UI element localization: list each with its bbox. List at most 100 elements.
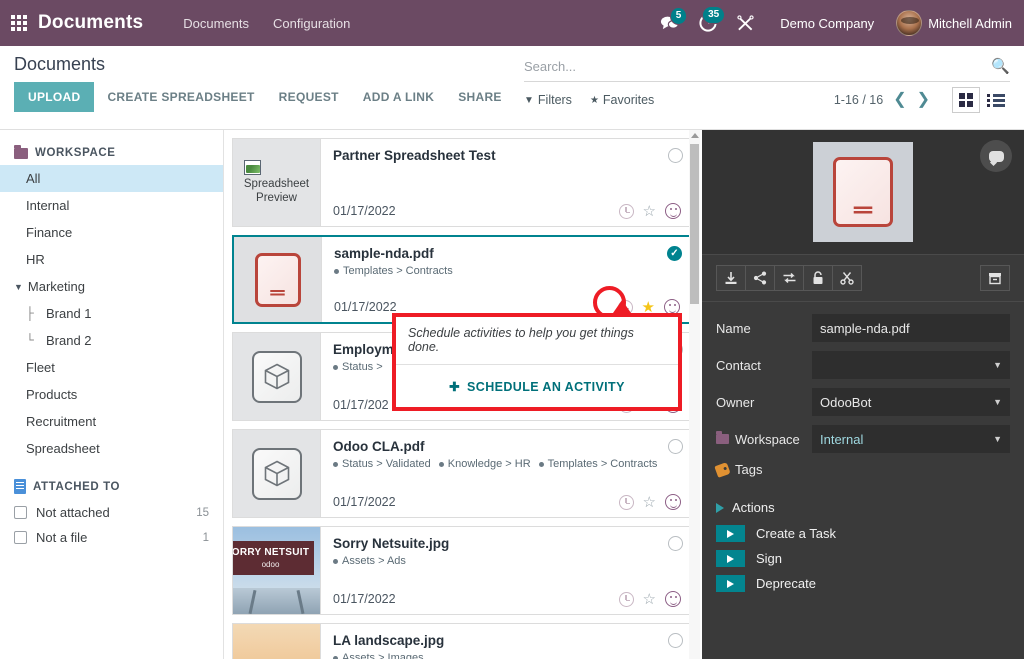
company-switcher[interactable]: Demo Company — [766, 10, 888, 37]
activities-button[interactable]: 35 — [691, 6, 726, 36]
list-view-button[interactable] — [982, 87, 1010, 113]
field-value-workspace[interactable]: Internal ▼ — [812, 425, 1010, 453]
scrollbar-thumb[interactable] — [690, 144, 699, 304]
next-page-button[interactable]: ❯ — [917, 92, 930, 108]
action-sign[interactable]: Sign — [716, 550, 1010, 567]
field-value-contact[interactable]: ▼ — [812, 351, 1010, 379]
favorites-dropdown[interactable]: ★ Favorites — [590, 93, 654, 107]
card-select-circle[interactable] — [668, 439, 683, 454]
card-select-circle[interactable] — [668, 148, 683, 163]
actions-header: Actions — [716, 500, 1010, 515]
sidebar-item-brand-1[interactable]: ├ Brand 1 — [0, 300, 223, 327]
sidebar-item-products[interactable]: Products — [0, 381, 223, 408]
sidebar-item-fleet[interactable]: Fleet — [0, 354, 223, 381]
document-card[interactable]: ORRY NETSUIT odoo Sorry Netsuite.jpg Ass… — [232, 526, 692, 615]
action-deprecate[interactable]: Deprecate — [716, 575, 1010, 592]
card-select-circle[interactable]: ✓ — [667, 246, 682, 261]
card-tag[interactable]: Status > — [333, 361, 383, 373]
preview-thumbnail[interactable]: ‗ — [813, 142, 913, 242]
download-button[interactable] — [716, 265, 746, 291]
card-tag[interactable]: Assets > Images — [333, 652, 424, 659]
kanban-scrollbar[interactable] — [689, 130, 700, 659]
checkbox-not-a-file[interactable] — [14, 531, 27, 544]
messages-button[interactable]: 5 — [652, 7, 688, 35]
sidebar-label-hr: HR — [26, 252, 45, 267]
upload-button[interactable]: UPLOAD — [14, 82, 95, 112]
sidebar-item-marketing[interactable]: ▼ Marketing — [0, 273, 223, 300]
owner-avatar-icon[interactable] — [665, 591, 681, 607]
kanban-view-button[interactable] — [952, 87, 980, 113]
chatter-button[interactable] — [980, 140, 1012, 172]
thumb-text-line-2: Preview — [256, 192, 297, 204]
favorite-star-icon[interactable]: ☆ — [643, 204, 656, 219]
card-tag[interactable]: Templates > Contracts — [538, 458, 657, 470]
box-file-icon — [251, 447, 302, 500]
create-spreadsheet-button[interactable]: CREATE SPREADSHEET — [96, 82, 265, 112]
card-select-circle[interactable] — [668, 536, 683, 551]
sidebar-item-finance[interactable]: Finance — [0, 219, 223, 246]
field-row-tags: Tags — [714, 461, 1010, 478]
schedule-an-activity-button[interactable]: ✚ SCHEDULE AN ACTIVITY — [396, 365, 678, 407]
sidebar-item-hr[interactable]: HR — [0, 246, 223, 273]
document-card[interactable]: Odoo CLA.pdf Status > Validated Knowledg… — [232, 429, 692, 518]
card-tag[interactable]: Templates > Contracts — [334, 265, 453, 277]
sidebar-item-not-attached[interactable]: Not attached 15 — [0, 500, 223, 525]
favorite-star-icon[interactable]: ☆ — [643, 495, 656, 510]
action-label: Sign — [756, 551, 783, 566]
sidebar-item-internal[interactable]: Internal — [0, 192, 223, 219]
share-button[interactable]: SHARE — [447, 82, 513, 112]
user-menu[interactable]: Mitchell Admin — [892, 10, 1012, 36]
action-create-a-task[interactable]: Create a Task — [716, 525, 1010, 542]
apps-menu-button[interactable] — [0, 15, 38, 31]
nav-menu-configuration[interactable]: Configuration — [261, 10, 362, 37]
share-button[interactable] — [745, 265, 775, 291]
chevron-down-icon[interactable]: ▼ — [14, 282, 23, 292]
owner-avatar-icon[interactable] — [665, 203, 681, 219]
filters-dropdown[interactable]: ▼ Filters — [524, 93, 572, 107]
favorite-star-icon[interactable]: ☆ — [643, 592, 656, 607]
tag-dot-icon — [333, 655, 338, 659]
document-card[interactable]: Spreadsheet Preview Partner Spreadsheet … — [232, 138, 692, 227]
navbar-right-group: 5 35 Demo Company Mitchell Admin — [652, 6, 1024, 37]
card-tag-list: Assets > Ads — [333, 555, 681, 567]
card-tag[interactable]: Assets > Ads — [333, 555, 406, 567]
card-title: Partner Spreadsheet Test — [333, 148, 496, 163]
play-chip-icon — [716, 525, 745, 542]
card-tag[interactable]: Status > Validated — [333, 458, 431, 470]
card-tag[interactable]: Knowledge > HR — [438, 458, 531, 470]
activities-count-badge: 35 — [702, 6, 726, 24]
messages-count-badge: 5 — [669, 7, 688, 25]
field-value-owner[interactable]: OdooBot ▼ — [812, 388, 1010, 416]
activity-clock-icon[interactable] — [618, 591, 634, 607]
replace-button[interactable] — [774, 265, 804, 291]
exchange-arrows-icon — [783, 272, 795, 284]
card-icon-group: ☆ — [618, 591, 681, 607]
nav-menu-documents[interactable]: Documents — [171, 10, 261, 37]
previous-page-button[interactable]: ❮ — [893, 92, 906, 108]
split-pdf-button[interactable] — [832, 265, 862, 291]
scroll-up-arrow-icon[interactable] — [690, 133, 699, 138]
sidebar-item-not-a-file[interactable]: Not a file 1 — [0, 525, 223, 550]
add-a-link-button[interactable]: ADD A LINK — [352, 82, 445, 112]
checkbox-not-attached[interactable] — [14, 506, 27, 519]
sidebar-item-spreadsheet[interactable]: Spreadsheet — [0, 435, 223, 462]
developer-tools-button[interactable] — [729, 11, 762, 36]
card-select-circle[interactable] — [668, 633, 683, 648]
request-button[interactable]: REQUEST — [268, 82, 350, 112]
field-row-contact: Contact ▼ — [716, 351, 1010, 379]
archive-button[interactable] — [980, 265, 1010, 291]
sidebar-item-brand-2[interactable]: └ Brand 2 — [0, 327, 223, 354]
search-icon[interactable]: 🔍 — [991, 57, 1010, 75]
sidebar-item-all[interactable]: All — [0, 165, 223, 192]
search-input[interactable] — [524, 58, 992, 74]
sidebar-item-recruitment[interactable]: Recruitment — [0, 408, 223, 435]
card-body: Odoo CLA.pdf Status > Validated Knowledg… — [321, 430, 691, 517]
activity-clock-icon[interactable] — [618, 203, 634, 219]
owner-avatar-icon[interactable] — [665, 494, 681, 510]
lock-button[interactable] — [803, 265, 833, 291]
action-label: Create a Task — [756, 526, 836, 541]
activity-clock-icon[interactable] — [618, 494, 634, 510]
card-thumbnail: Spreadsheet Preview — [233, 139, 321, 226]
document-card[interactable]: LA landscape.jpg Assets > Images — [232, 623, 692, 659]
field-value-name[interactable]: sample-nda.pdf — [812, 314, 1010, 342]
